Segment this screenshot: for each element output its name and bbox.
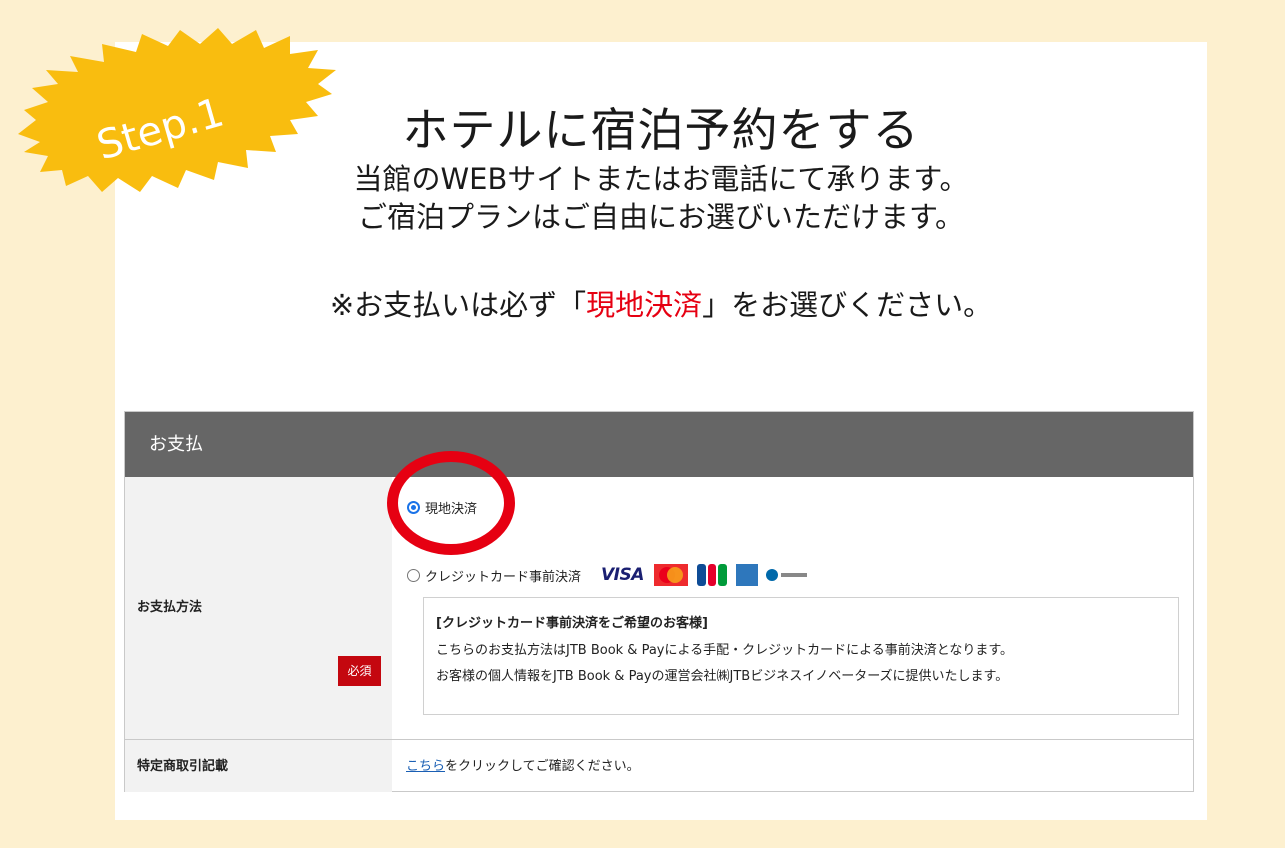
credit-info-line-2: お客様の個人情報をJTB Book & Payの運営会社㈱JTBビジネスイノベー… xyxy=(436,669,1009,684)
mastercard-logo-icon xyxy=(653,564,688,586)
payment-note-suffix: 」をお選びください。 xyxy=(702,288,993,322)
payment-method-label-cell: お支払方法 必須 xyxy=(125,477,392,739)
legal-suffix: をクリックしてご確認ください。 xyxy=(445,759,640,774)
payment-method-label: お支払方法 xyxy=(137,600,203,615)
jcb-logo-icon xyxy=(696,564,728,586)
hero-section: ホテルに宿泊予約をする 当館のWEBサイトまたはお電話にて承ります。 ご宿泊プラ… xyxy=(115,100,1207,353)
payment-note: ※お支払いは必ず「現地決済」をお選びください。 xyxy=(115,286,1207,324)
panel-header: お支払 xyxy=(125,412,1193,477)
credit-info-box: [クレジットカード事前決済をご希望のお客様] こちらのお支払方法はJTB Boo… xyxy=(423,597,1179,715)
legal-link[interactable]: こちら xyxy=(406,759,445,774)
credit-info-title: [クレジットカード事前決済をご希望のお客様] xyxy=(436,616,708,631)
payment-note-prefix: ※お支払いは必ず「 xyxy=(329,288,587,322)
radio-credit-card[interactable] xyxy=(407,568,420,582)
payment-form-panel: お支払 お支払方法 必須 現地決済 クレジットカード事前決済 VISA [クレジ… xyxy=(124,411,1194,792)
hero-title: ホテルに宿泊予約をする xyxy=(402,103,920,157)
hero-line-2: ご宿泊プランはご自由にお選びいただけます。 xyxy=(357,200,965,234)
required-badge: 必須 xyxy=(338,656,381,686)
diners-logo-icon xyxy=(766,568,810,582)
card-brand-logos: VISA xyxy=(601,564,810,586)
option-credit-card[interactable]: クレジットカード事前決済 VISA xyxy=(407,564,810,586)
hero-line-1: 当館のWEBサイトまたはお電話にて承ります。 xyxy=(353,162,969,196)
amex-logo-icon xyxy=(735,564,758,586)
highlight-circle xyxy=(387,451,515,555)
option-credit-label: クレジットカード事前決済 xyxy=(425,569,582,585)
credit-info-line-1: こちらのお支払方法はJTB Book & Payによる手配・クレジットカードによ… xyxy=(436,643,1014,658)
legal-label: 特定商取引記載 xyxy=(125,739,392,792)
payment-note-highlight: 現地決済 xyxy=(586,288,703,322)
legal-value-cell: こちらをクリックしてご確認ください。 xyxy=(392,739,1193,792)
visa-logo-icon: VISA xyxy=(601,565,644,585)
